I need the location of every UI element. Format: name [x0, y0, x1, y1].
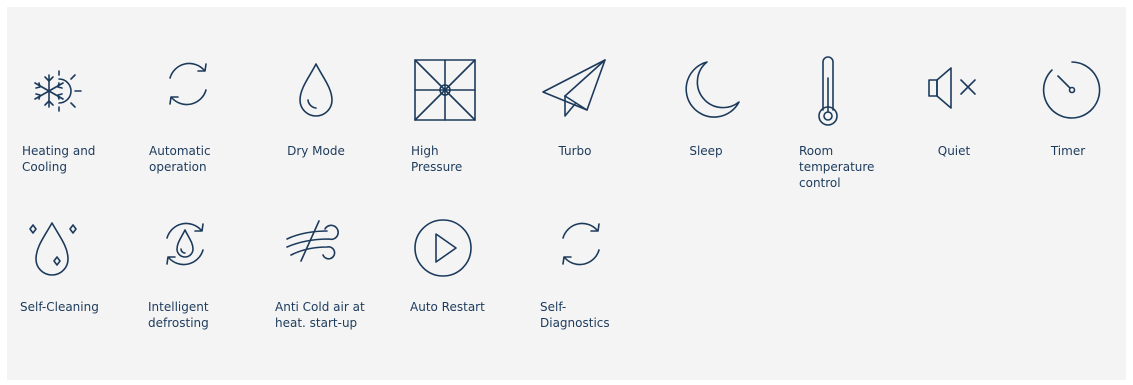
feature-label: Self- Diagnostics — [540, 300, 610, 330]
room-temperature-icon — [788, 52, 868, 132]
feature-label: Dry Mode — [287, 144, 345, 158]
feature-label: Automatic operation — [149, 144, 211, 174]
self-diagnostics-icon — [541, 204, 621, 284]
auto-restart-icon — [403, 208, 483, 288]
feature-label: Timer — [1050, 144, 1086, 158]
turbo-icon — [535, 50, 615, 130]
feature-label: Auto Restart — [410, 300, 485, 314]
feature-label: Sleep — [689, 144, 723, 158]
high-pressure-icon — [405, 50, 485, 130]
feature-label: Turbo — [558, 144, 592, 158]
feature-label: Anti Cold air at heat. start-up — [275, 300, 365, 330]
intelligent-defrosting-icon — [145, 204, 225, 284]
feature-label: High Pressure — [411, 144, 463, 174]
heating-cooling-icon — [15, 51, 95, 131]
feature-label: Heating and Cooling — [22, 144, 96, 174]
anti-cold-air-icon — [275, 203, 355, 283]
feature-label: Self-Cleaning — [20, 300, 99, 314]
sleep-icon — [671, 50, 751, 130]
dry-mode-icon — [276, 48, 356, 128]
automatic-operation-icon — [148, 44, 228, 124]
timer-icon — [1032, 50, 1112, 130]
feature-label: Quiet — [937, 144, 971, 158]
feature-label: Room temperature control — [799, 144, 875, 190]
feature-label: Intelligent defrosting — [148, 300, 209, 330]
quiet-icon — [915, 48, 995, 128]
self-cleaning-icon — [12, 205, 92, 285]
